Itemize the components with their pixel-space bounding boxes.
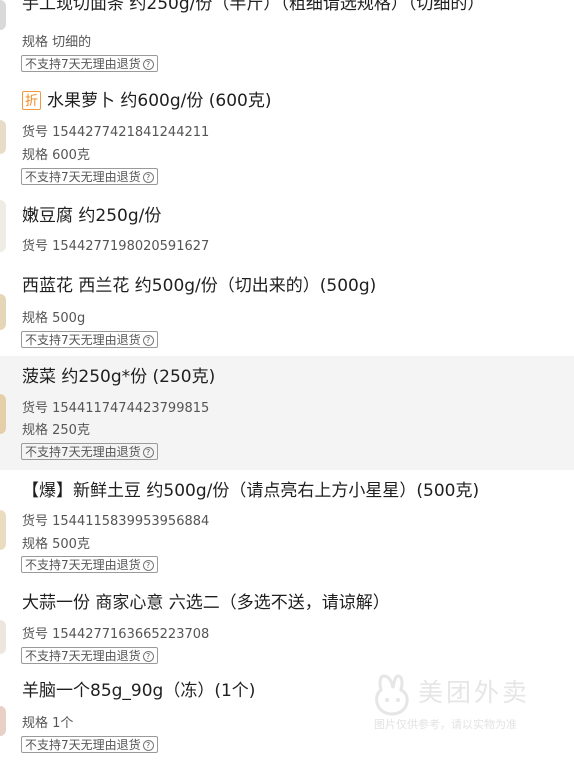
- list-item[interactable]: 嫩豆腐 约250g/份 货号 1544277198020591627: [0, 192, 574, 262]
- no-return-tag[interactable]: 不支持7天无理由退货?: [21, 168, 158, 185]
- product-spec: 规格 1个: [22, 716, 74, 731]
- product-thumbnail: [0, 120, 6, 154]
- question-icon: ?: [142, 335, 154, 346]
- product-title: 大蒜一份 商家心意 六选二（多选不送，请谅解）: [22, 593, 390, 613]
- no-return-tag[interactable]: 不支持7天无理由退货?: [21, 55, 158, 72]
- product-title: 羊脑一个85g_90g（冻）(1个): [22, 681, 256, 701]
- product-thumbnail: [0, 620, 6, 654]
- discount-badge: 折: [22, 91, 41, 110]
- product-title: 手工现切面条 约250g/份（半斤）（粗细请选规格）（切细的）: [22, 0, 485, 14]
- no-return-label: 不支持7天无理由退货: [25, 558, 141, 572]
- meituan-watermark: 美团外卖 图片仅供参考，请以实物为准: [372, 668, 572, 738]
- no-return-tag[interactable]: 不支持7天无理由退货?: [21, 556, 158, 573]
- no-return-label: 不支持7天无理由退货: [25, 445, 141, 459]
- list-item[interactable]: 菠菜 约250g*份 (250克) 货号 1544117474423799815…: [0, 356, 574, 470]
- product-title: 菠菜 约250g*份 (250克): [22, 367, 216, 387]
- product-sku: 货号 1544277421841244211: [22, 125, 210, 140]
- no-return-tag[interactable]: 不支持7天无理由退货?: [21, 443, 158, 460]
- product-thumbnail: [0, 706, 6, 736]
- product-spec: 规格 500克: [22, 537, 90, 552]
- no-return-label: 不支持7天无理由退货: [25, 333, 141, 347]
- product-sku: 货号 1544277198020591627: [22, 239, 210, 254]
- product-title: 折水果萝卜 约600g/份 (600克): [22, 90, 272, 112]
- product-spec: 规格 250克: [22, 423, 90, 438]
- no-return-tag[interactable]: 不支持7天无理由退货?: [21, 736, 158, 753]
- question-icon: ?: [142, 740, 154, 751]
- question-icon: ?: [142, 59, 154, 70]
- product-sku: 货号 1544115839953956884: [22, 514, 210, 529]
- no-return-label: 不支持7天无理由退货: [25, 738, 141, 752]
- no-return-label: 不支持7天无理由退货: [25, 170, 141, 184]
- product-sku: 货号 1544277163665223708: [22, 627, 210, 642]
- list-item[interactable]: 大蒜一份 商家心意 六选二（多选不送，请谅解） 货号 1544277163665…: [0, 580, 574, 672]
- no-return-label: 不支持7天无理由退货: [25, 649, 141, 663]
- list-item[interactable]: 西蓝花 西兰花 约500g/份（切出来的）(500g) 规格 500g 不支持7…: [0, 262, 574, 356]
- product-sku: 货号 1544117474423799815: [22, 401, 210, 416]
- product-thumbnail: [0, 0, 6, 30]
- watermark-subtitle: 图片仅供参考，请以实物为准: [374, 718, 517, 731]
- order-item-list: 手工现切面条 约250g/份（半斤）（粗细请选规格）（切细的） 规格 切细的 不…: [0, 0, 574, 773]
- question-icon: ?: [142, 651, 154, 662]
- question-icon: ?: [142, 560, 154, 571]
- product-spec: 规格 600克: [22, 148, 90, 163]
- no-return-label: 不支持7天无理由退货: [25, 57, 141, 71]
- list-item[interactable]: 折水果萝卜 约600g/份 (600克) 货号 1544277421841244…: [0, 82, 574, 192]
- product-title-text: 水果萝卜 约600g/份 (600克): [47, 91, 272, 111]
- product-title: 西蓝花 西兰花 约500g/份（切出来的）(500g): [22, 276, 377, 296]
- question-icon: ?: [142, 447, 154, 458]
- product-thumbnail: [0, 200, 6, 252]
- product-title: 嫩豆腐 约250g/份: [22, 206, 162, 226]
- list-item[interactable]: 手工现切面条 约250g/份（半斤）（粗细请选规格）（切细的） 规格 切细的 不…: [0, 0, 574, 82]
- bunny-logo-icon: [375, 674, 409, 716]
- product-spec: 规格 切细的: [22, 35, 92, 50]
- product-thumbnail: [0, 510, 6, 550]
- question-icon: ?: [142, 172, 154, 183]
- product-spec: 规格 500g: [22, 311, 86, 326]
- product-title: 【爆】新鲜土豆 约500g/份（请点亮右上方小星星）(500克): [22, 481, 480, 501]
- product-thumbnail: [0, 394, 6, 434]
- no-return-tag[interactable]: 不支持7天无理由退货?: [21, 647, 158, 664]
- list-item[interactable]: 【爆】新鲜土豆 约500g/份（请点亮右上方小星星）(500克) 货号 1544…: [0, 470, 574, 580]
- product-thumbnail: [0, 294, 6, 330]
- no-return-tag[interactable]: 不支持7天无理由退货?: [21, 331, 158, 348]
- watermark-brand: 美团外卖: [418, 678, 531, 707]
